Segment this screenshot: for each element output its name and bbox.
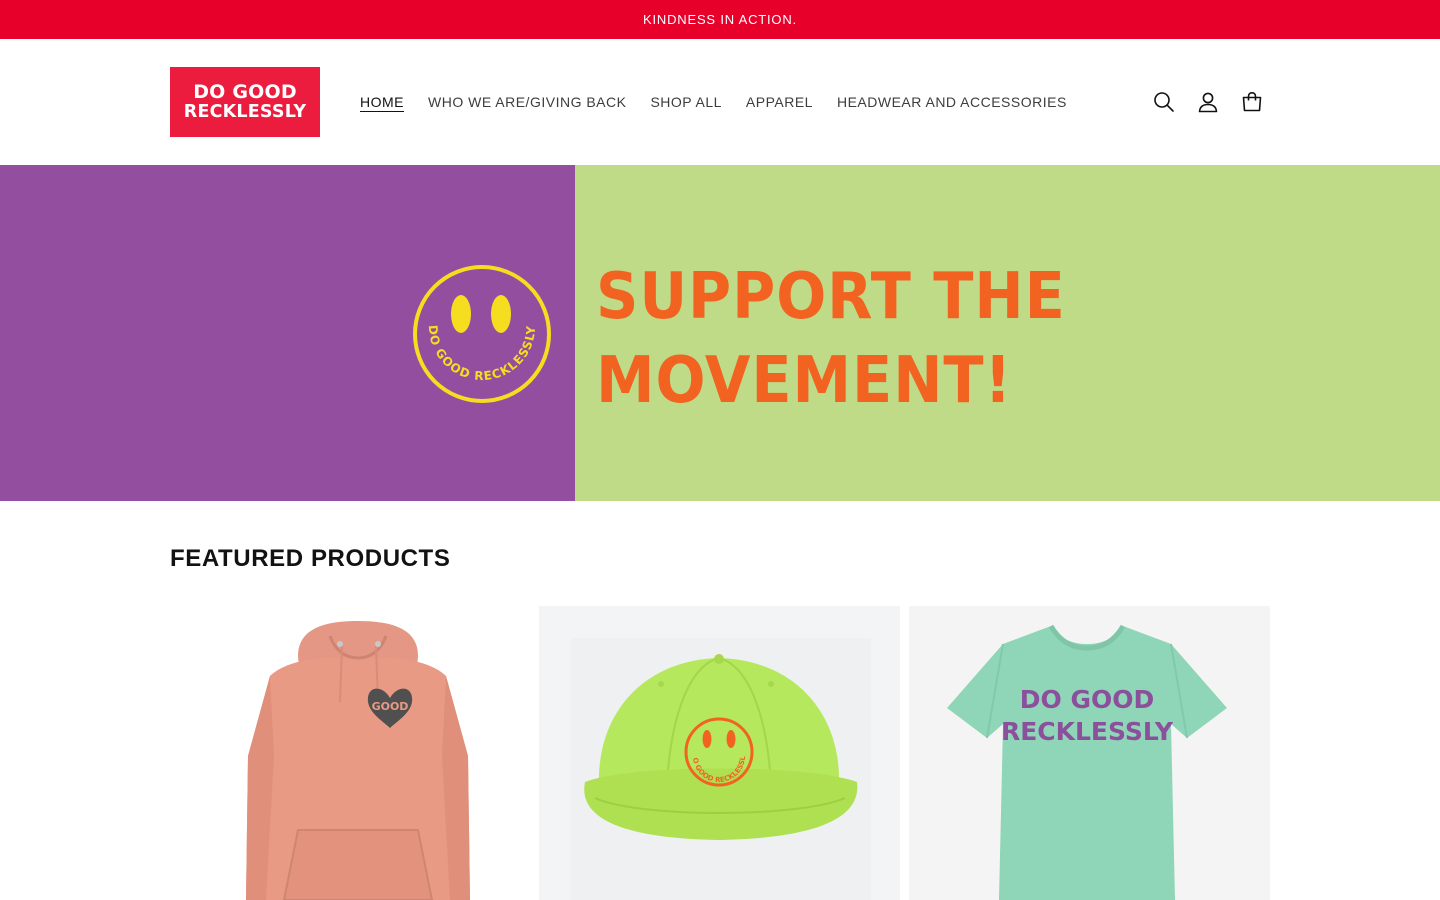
tshirt-print-line-1: DO GOOD (1020, 685, 1155, 714)
lime-cap-image: DO GOOD RECKLESSLY (539, 606, 871, 900)
tshirt-print-line-2: RECKLESSLY (1001, 717, 1174, 746)
logo-line-1: DO GOOD (193, 81, 297, 103)
hero-headline-line-1: SUPPORT THE (596, 260, 1066, 334)
nav-home[interactable]: HOME (348, 94, 416, 110)
hero-banner[interactable]: DO GOOD RECKLESSLY SUPPORT THE MOVEMENT! (0, 165, 1440, 501)
cart-icon (1242, 91, 1262, 112)
hoodie-print-text: GOOD (372, 700, 409, 713)
nav-shop-all[interactable]: SHOP ALL (638, 94, 733, 110)
svg-text:DO GOOD RECKLESSLY: DO GOOD RECKLESSLY (426, 325, 538, 384)
product-card-hoodie[interactable]: GOOD (170, 606, 531, 900)
announcement-bar: KINDNESS IN ACTION. (0, 0, 1440, 39)
cart-button[interactable] (1237, 87, 1267, 117)
site-header: DO GOOD RECKLESSLY HOME WHO WE ARE/GIVIN… (0, 39, 1440, 165)
search-icon (1154, 92, 1174, 112)
logo-line-2: RECKLESSLY (183, 102, 307, 122)
announcement-text: KINDNESS IN ACTION. (643, 12, 797, 27)
pink-hoodie-image: GOOD (246, 621, 470, 900)
nav-who-we-are[interactable]: WHO WE ARE/GIVING BACK (416, 94, 638, 110)
nav-headwear-accessories[interactable]: HEADWEAR AND ACCESSORIES (825, 94, 1079, 110)
nav-apparel[interactable]: APPAREL (734, 94, 825, 110)
search-button[interactable] (1149, 87, 1179, 117)
account-button[interactable] (1193, 87, 1223, 117)
hero-headline-line-2: MOVEMENT! (596, 344, 1013, 418)
product-card-cap[interactable]: DO GOOD RECKLESSLY (539, 606, 900, 900)
mint-tshirt-image: DO GOOD RECKLESSLY (947, 624, 1227, 900)
smiley-text: DO GOOD RECKLESSLY (426, 325, 537, 384)
hero-headline: SUPPORT THE MOVEMENT! (596, 255, 1074, 423)
site-logo[interactable]: DO GOOD RECKLESSLY (170, 67, 320, 137)
smiley-logo-icon: DO GOOD RECKLESSLY (413, 265, 551, 403)
main-nav: HOME WHO WE ARE/GIVING BACK SHOP ALL APP… (348, 87, 1079, 117)
account-icon (1198, 92, 1218, 113)
product-card-tshirt[interactable]: DO GOOD RECKLESSLY (909, 606, 1270, 900)
featured-products-title: FEATURED PRODUCTS (170, 545, 451, 572)
